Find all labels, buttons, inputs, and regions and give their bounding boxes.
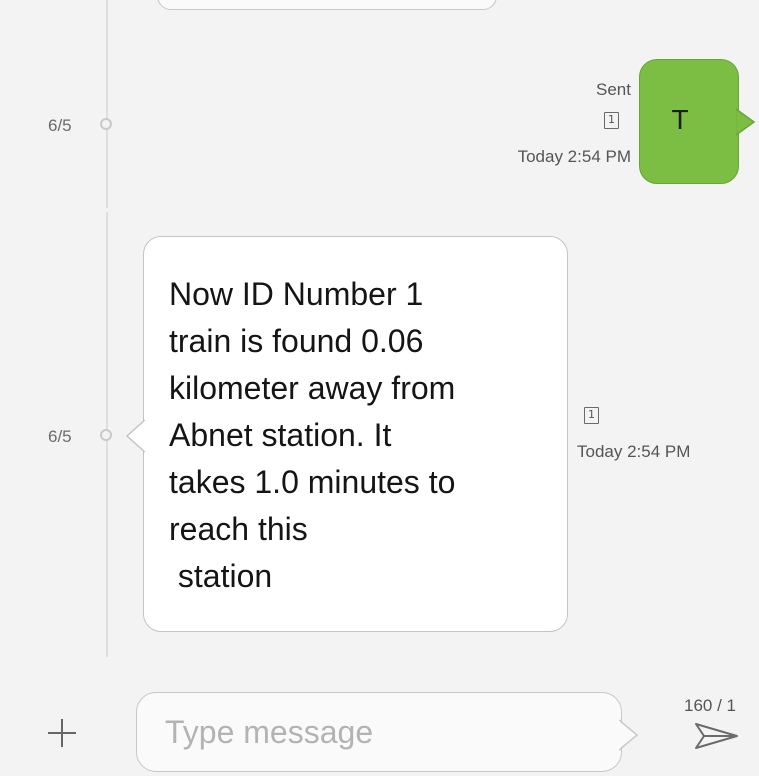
message-date: 6/5 — [48, 427, 72, 446]
previous-message-bubble[interactable] — [157, 0, 497, 10]
message-time: Today 2:54 PM — [517, 147, 631, 166]
timeline-line — [106, 0, 108, 208]
message-input[interactable] — [136, 692, 622, 772]
sim-card-icon: 1 — [584, 407, 599, 424]
bubble-tail-left — [125, 419, 146, 453]
sim-number: 1 — [588, 408, 595, 421]
plus-icon[interactable] — [45, 716, 79, 750]
sim-card-icon: 1 — [604, 112, 619, 129]
sent-message-bubble[interactable]: T — [639, 59, 739, 184]
message-status: Sent — [596, 80, 631, 99]
send-icon[interactable] — [693, 720, 741, 752]
conversation-view: 6/5 Sent 1 Today 2:54 PM T 6/5 Now ID Nu… — [0, 0, 759, 776]
character-counter: 160 / 1 — [684, 696, 736, 715]
received-message-bubble[interactable]: Now ID Number 1 train is found 0.06 kilo… — [143, 236, 568, 632]
input-tail-right — [619, 719, 639, 751]
bubble-tail-right — [736, 108, 756, 136]
timeline-dot — [100, 118, 112, 130]
message-time: Today 2:54 PM — [577, 442, 691, 461]
message-text: T — [671, 103, 689, 135]
sim-number: 1 — [608, 113, 615, 126]
message-date: 6/5 — [48, 116, 72, 135]
message-text: Now ID Number 1 train is found 0.06 kilo… — [169, 276, 456, 594]
timeline-dot — [100, 429, 112, 441]
